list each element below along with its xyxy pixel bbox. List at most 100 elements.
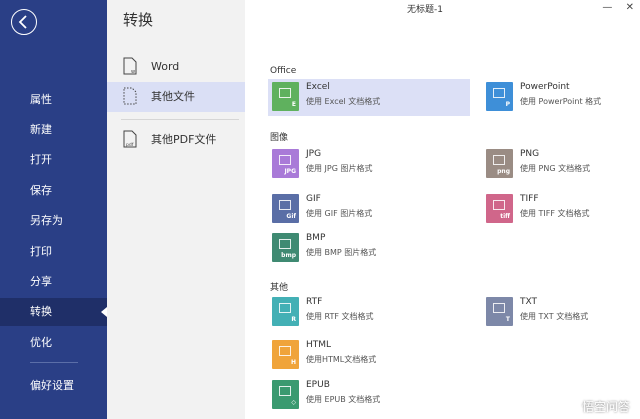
sub-item-label: 其他PDF文件 (151, 133, 217, 146)
pdf-file-icon: pdf (123, 130, 137, 148)
file-icon-letter: H (290, 359, 296, 366)
format-description: 使用 TXT 文档格式 (520, 312, 589, 321)
format-option-png[interactable]: png PNG 使用 PNG 文档格式 (482, 146, 640, 183)
nav-item-properties[interactable]: 属性 (0, 86, 107, 114)
format-description: 使用 JPG 图片格式 (306, 164, 373, 173)
format-description: 使用 PNG 文档格式 (520, 164, 591, 173)
file-icon-letter: T (505, 316, 510, 323)
file-icon-letter: R (291, 316, 296, 323)
format-option-powerpoint[interactable]: P PowerPoint 使用 PowerPoint 格式 (482, 79, 640, 116)
section-label-other: 其他 (270, 283, 289, 293)
nav-item-share[interactable]: 分享 (0, 268, 107, 296)
html-file-icon: H (272, 340, 299, 369)
nav-item-optimize[interactable]: 优化 (0, 329, 107, 357)
nav-item-convert[interactable]: 转换 (0, 298, 107, 326)
format-option-tiff[interactable]: tiff TIFF 使用 TIFF 文档格式 (482, 191, 640, 228)
format-description: 使用 Excel 文档格式 (306, 97, 381, 106)
file-icon-letter: bmp (281, 252, 296, 259)
nav-item-label: 保存 (30, 184, 52, 197)
format-description: 使用 PowerPoint 格式 (520, 97, 602, 106)
format-name: BMP (306, 233, 326, 243)
excel-file-icon: E (272, 82, 299, 111)
window-title: 无标题-1 (407, 5, 443, 15)
format-option-jpg[interactable]: JPG JPG 使用 JPG 图片格式 (268, 146, 470, 183)
epub-file-icon: ◇ (272, 380, 299, 409)
section-label-office: Office (270, 66, 297, 76)
file-icon-letter: E (291, 101, 296, 108)
format-name: PowerPoint (520, 82, 570, 92)
format-option-bmp[interactable]: bmp BMP 使用 BMP 图片格式 (268, 230, 470, 267)
nav-item-label: 分享 (30, 275, 52, 288)
format-option-html[interactable]: H HTML 使用HTML文档格式 (268, 337, 470, 374)
file-icon-letter: P (505, 101, 510, 108)
file-icon-letter: tiff (500, 213, 510, 220)
word-file-icon: w (123, 57, 137, 75)
nav-item-new[interactable]: 新建 (0, 116, 107, 144)
nav-item-label: 转换 (30, 305, 52, 318)
format-name: JPG (306, 149, 322, 159)
window-controls: — ✕ (592, 2, 634, 13)
file-icon-letter: JPG (284, 168, 296, 175)
file-icon-letter: Gif (286, 213, 296, 220)
format-description: 使用 BMP 图片格式 (306, 248, 377, 257)
format-description: 使用 EPUB 文档格式 (306, 395, 381, 404)
format-name: EPUB (306, 380, 330, 390)
nav-item-label: 偏好设置 (30, 379, 74, 392)
format-option-excel[interactable]: E Excel 使用 Excel 文档格式 (268, 79, 470, 116)
rtf-file-icon: R (272, 297, 299, 326)
sub-divider (121, 119, 239, 120)
format-name: Excel (306, 82, 330, 92)
nav-item-preferences[interactable]: 偏好设置 (0, 372, 107, 400)
gif-file-icon: Gif (272, 194, 299, 223)
left-nav-panel: 属性 新建 打开 保存 另存为 打印 分享 转换 优化 偏好设置 (0, 0, 107, 419)
jpg-file-icon: JPG (272, 149, 299, 178)
sub-item-word[interactable]: w Word (107, 52, 245, 82)
nav-item-open[interactable]: 打开 (0, 146, 107, 174)
nav-item-label: 打开 (30, 153, 52, 166)
svg-text:w: w (131, 69, 135, 75)
sub-panel-title: 转换 (123, 11, 154, 29)
watermark-text: 悟空问答 (581, 400, 630, 414)
nav-item-print[interactable]: 打印 (0, 238, 107, 266)
format-option-gif[interactable]: Gif GIF 使用 GIF 图片格式 (268, 191, 470, 228)
txt-file-icon: T (486, 297, 513, 326)
format-description: 使用HTML文档格式 (306, 355, 377, 364)
format-name: GIF (306, 194, 321, 204)
minimize-icon[interactable]: — (602, 2, 612, 13)
format-option-txt[interactable]: T TXT 使用 TXT 文档格式 (482, 294, 640, 331)
format-name: TXT (520, 297, 538, 307)
sub-item-other-files[interactable]: 其他文件 (107, 82, 245, 112)
nav-item-label: 打印 (30, 245, 52, 258)
format-description: 使用 GIF 图片格式 (306, 209, 373, 218)
format-description: 使用 TIFF 文档格式 (520, 209, 590, 218)
other-file-icon (123, 87, 137, 105)
close-icon[interactable]: ✕ (626, 2, 634, 13)
powerpoint-file-icon: P (486, 82, 513, 111)
format-description: 使用 RTF 文档格式 (306, 312, 374, 321)
png-file-icon: png (486, 149, 513, 178)
svg-text:pdf: pdf (126, 142, 134, 148)
nav-item-label: 属性 (30, 93, 52, 106)
format-option-epub[interactable]: ◇ EPUB 使用 EPUB 文档格式 (268, 377, 470, 414)
nav-divider (30, 362, 78, 363)
nav-item-label: 优化 (30, 336, 52, 349)
tiff-file-icon: tiff (486, 194, 513, 223)
section-label-image: 图像 (270, 133, 289, 143)
nav-item-save[interactable]: 保存 (0, 177, 107, 205)
format-name: RTF (306, 297, 323, 307)
sub-item-label: 其他文件 (151, 90, 195, 103)
sub-item-label: Word (151, 60, 180, 73)
nav-item-label: 新建 (30, 123, 52, 136)
sub-item-other-pdf[interactable]: pdf 其他PDF文件 (107, 125, 245, 155)
nav-item-save-as[interactable]: 另存为 (0, 207, 107, 235)
format-option-rtf[interactable]: R RTF 使用 RTF 文档格式 (268, 294, 470, 331)
file-icon-letter: png (497, 168, 510, 175)
format-name: HTML (306, 340, 332, 350)
nav-item-label: 另存为 (30, 214, 63, 227)
bmp-file-icon: bmp (272, 233, 299, 262)
format-name: PNG (520, 149, 540, 159)
convert-sub-panel: 转换 w Word 其他文件 pdf 其他PDF文件 (107, 0, 245, 419)
back-arrow-icon[interactable] (11, 9, 37, 35)
format-name: TIFF (520, 194, 539, 204)
format-list-area: 无标题-1 — ✕ Office 图像 其他 E Excel 使用 Excel 文档… (245, 0, 640, 419)
